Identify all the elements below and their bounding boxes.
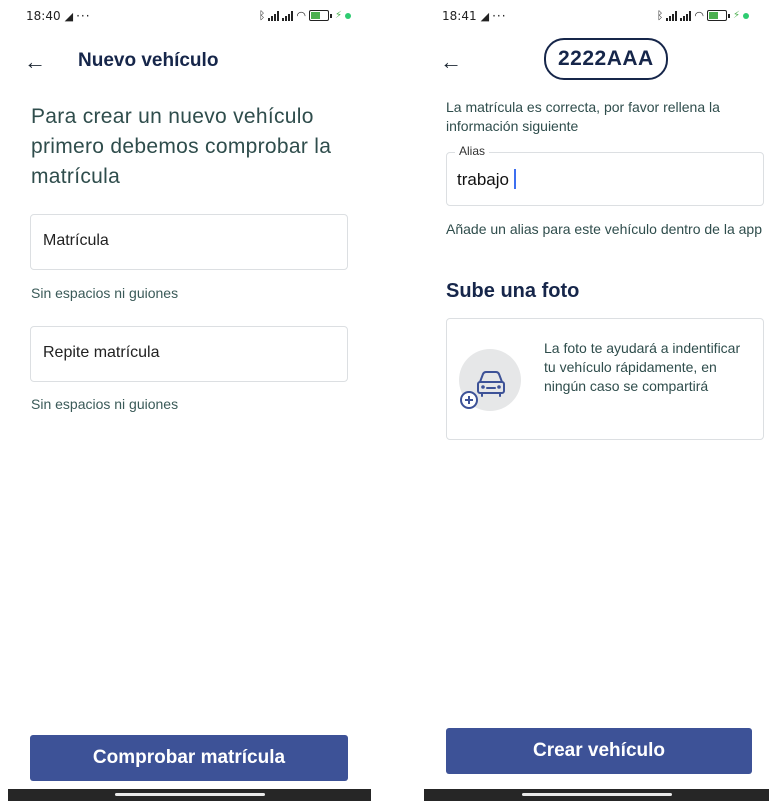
plate-input-placeholder: Matrícula [43,232,109,249]
navigation-arrow-icon: ◢ [480,10,490,23]
status-time: 18:40 ◢ ··· [26,9,91,23]
alias-input[interactable]: Alias trabajo [446,144,764,206]
add-car-photo-icon [460,371,505,409]
app-bar: ← 2222AAA [424,38,769,80]
charging-icon: ⚡ [732,10,740,21]
home-indicator[interactable] [114,793,265,796]
intro-headline: Para crear un nuevo vehículo primero deb… [31,105,332,188]
status-icons: ᛒ ◠ ⚡ [657,9,749,22]
app-bar: ← Nuevo vehículo [8,48,371,78]
battery-icon [308,10,332,21]
alias-label: Alias [455,144,490,158]
signal-icon [680,10,692,21]
create-vehicle-button[interactable]: Crear vehículo [446,728,752,774]
bluetooth-icon: ᛒ [258,9,266,22]
repeat-plate-input-placeholder: Repite matrícula [43,344,160,361]
status-icons: ᛒ ◠ ⚡ [259,9,351,22]
wifi-icon: ◠ [694,10,704,22]
status-time: 18:41 ◢ ··· [442,9,507,23]
repeat-plate-input[interactable]: Repite matrícula [30,326,348,382]
status-bar: 18:40 ◢ ··· ᛒ ◠ ⚡ [8,8,371,26]
signal-icon [268,10,280,21]
indicator-dot-icon [743,12,749,19]
battery-icon [706,10,730,21]
alias-value: trabajo [457,169,516,190]
photo-placeholder[interactable] [459,349,521,411]
wifi-icon: ◠ [296,10,306,22]
plate-badge: 2222AAA [544,38,668,80]
navigation-arrow-icon: ◢ [64,10,74,23]
photo-description: La foto te ayudará a indentificar tu veh… [544,340,741,394]
alias-helper-text: Añade un alias para este vehículo dentro… [446,221,763,237]
page-title: Nuevo vehículo [78,50,219,71]
arrow-left-icon[interactable]: ← [24,48,46,76]
arrow-left-icon[interactable]: ← [440,48,462,76]
indicator-dot-icon [345,12,351,19]
plate-input[interactable]: Matrícula [30,214,348,270]
home-indicator[interactable] [521,793,672,796]
photo-section-title: Sube una foto [446,280,580,302]
screen-vehicle-details: 18:41 ◢ ··· ᛒ ◠ ⚡ ← 2222AAA La matrícula e… [424,0,769,801]
charging-icon: ⚡ [334,10,342,21]
status-more: ··· [492,9,507,23]
signal-icon [666,10,678,21]
check-plate-button[interactable]: Comprobar matrícula [30,735,348,781]
signal-icon [282,10,294,21]
repeat-plate-helper-text: Sin espacios ni guiones [31,396,179,412]
bluetooth-icon: ᛒ [656,9,664,22]
upload-photo-card[interactable]: La foto te ayudará a indentificar tu veh… [446,318,764,440]
status-bar: 18:41 ◢ ··· ᛒ ◠ ⚡ [424,8,769,26]
system-nav-bar [424,789,769,801]
screen-new-vehicle: 18:40 ◢ ··· ᛒ ◠ ⚡ ← Nuevo vehículo Para cr… [8,0,371,801]
plate-valid-message: La matrícula es correcta, por favor rell… [446,99,720,134]
text-cursor [513,169,516,189]
system-nav-bar [8,789,371,801]
status-more: ··· [76,9,91,23]
plate-helper-text: Sin espacios ni guiones [31,285,179,301]
